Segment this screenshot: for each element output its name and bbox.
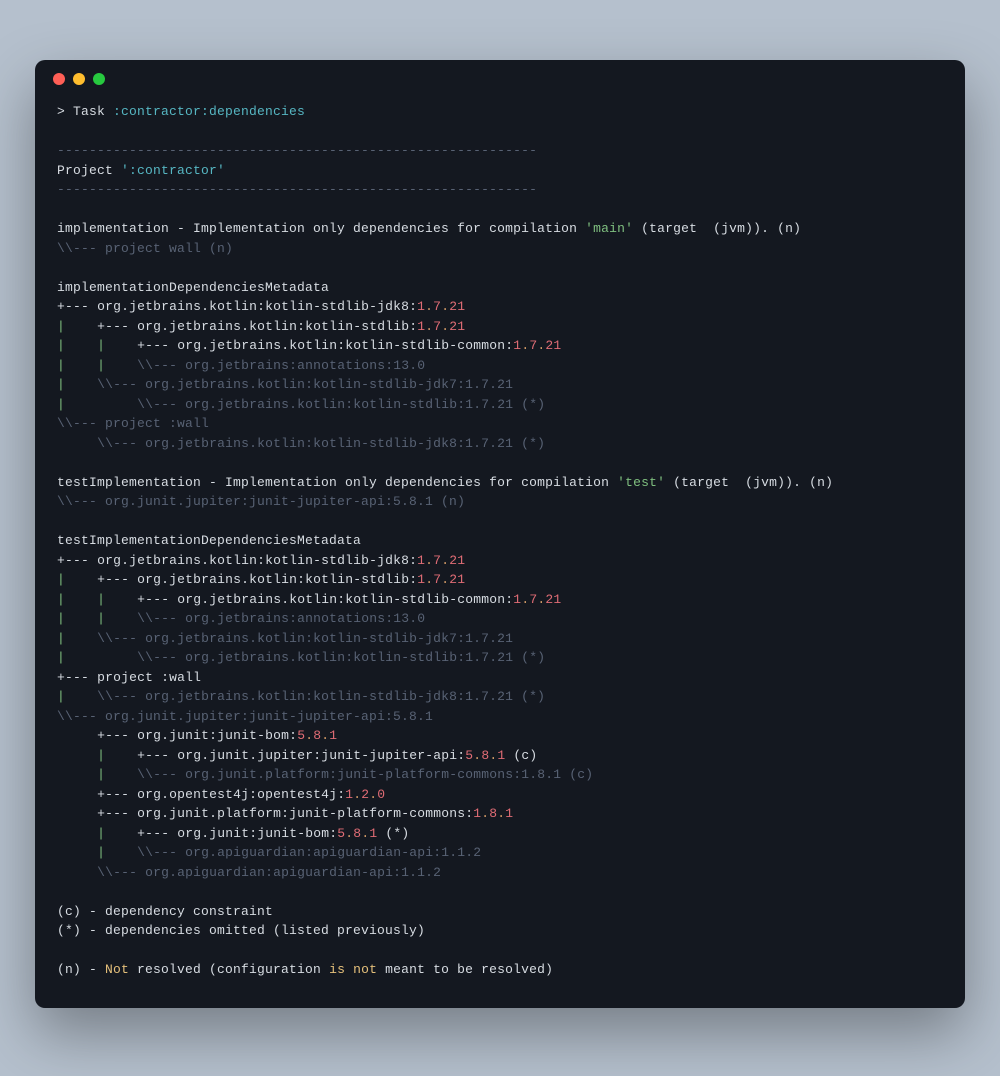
tree-row: | +--- org.junit:junit-bom:5.8.1 (*)	[57, 826, 409, 841]
tree-row: | | \\--- org.jetbrains:annotations:13.0	[57, 358, 425, 373]
tree-row: | | \\--- org.jetbrains:annotations:13.0	[57, 611, 425, 626]
task-prefix: > Task	[57, 104, 113, 119]
tree-row: +--- org.junit.platform:junit-platform-c…	[57, 806, 513, 821]
legend-n-post: meant to be resolved)	[377, 962, 553, 977]
task-path: :contractor:dependencies	[113, 104, 305, 119]
tree-row: | \\--- org.jetbrains.kotlin:kotlin-stdl…	[57, 377, 513, 392]
legend-n-not: Not	[105, 962, 129, 977]
impl-metadata-header: implementationDependenciesMetadata	[57, 280, 329, 295]
tree-row: | \\--- org.jetbrains.kotlin:kotlin-stdl…	[57, 650, 545, 665]
test-impl-n-line: \\--- org.junit.jupiter:junit-jupiter-ap…	[57, 494, 465, 509]
tree-row: | | +--- org.jetbrains.kotlin:kotlin-std…	[57, 592, 561, 607]
test-impl-pre: testImplementation - Implementation only…	[57, 475, 617, 490]
project-name: ':contractor'	[121, 163, 225, 178]
tree-row: +--- org.jetbrains.kotlin:kotlin-stdlib-…	[57, 299, 465, 314]
tree-row: | \\--- org.jetbrains.kotlin:kotlin-stdl…	[57, 689, 545, 704]
minimize-icon[interactable]	[73, 73, 85, 85]
implementation-header: implementation - Implementation only dep…	[57, 221, 801, 236]
titlebar	[35, 60, 965, 98]
maximize-icon[interactable]	[93, 73, 105, 85]
legend-star: (*) - dependencies omitted (listed previ…	[57, 923, 425, 938]
legend-n-isnot: is not	[329, 962, 377, 977]
close-icon[interactable]	[53, 73, 65, 85]
legend-n-pre: (n) -	[57, 962, 105, 977]
tree-row: \\--- project :wall	[57, 416, 209, 431]
divider: ----------------------------------------…	[57, 182, 537, 197]
impl-header-post: (target (jvm)). (n)	[633, 221, 801, 236]
terminal-window: > Task :contractor:dependencies --------…	[35, 60, 965, 1008]
tree-row: | \\--- org.jetbrains.kotlin:kotlin-stdl…	[57, 397, 545, 412]
tree-row: | +--- org.junit.jupiter:junit-jupiter-a…	[57, 748, 537, 763]
tree-row: | +--- org.jetbrains.kotlin:kotlin-stdli…	[57, 572, 465, 587]
tree-row: \\--- org.jetbrains.kotlin:kotlin-stdlib…	[57, 436, 545, 451]
project-label: Project	[57, 163, 121, 178]
test-implementation-header: testImplementation - Implementation only…	[57, 475, 833, 490]
tree-row: | \\--- org.apiguardian:apiguardian-api:…	[57, 845, 481, 860]
project-line: Project ':contractor'	[57, 163, 225, 178]
legend-n: (n) - Not resolved (configuration is not…	[57, 962, 553, 977]
test-impl-compilation: 'test'	[617, 475, 665, 490]
divider: ----------------------------------------…	[57, 143, 537, 158]
tree-row: \\--- org.apiguardian:apiguardian-api:1.…	[57, 865, 441, 880]
tree2-container: +--- org.jetbrains.kotlin:kotlin-stdlib-…	[57, 553, 593, 880]
impl-n-line: \\--- project wall (n)	[57, 241, 233, 256]
tree-row: +--- org.junit:junit-bom:5.8.1	[57, 728, 337, 743]
legend-c: (c) - dependency constraint	[57, 904, 273, 919]
impl-header-compilation: 'main'	[585, 221, 633, 236]
tree-row: | | +--- org.jetbrains.kotlin:kotlin-std…	[57, 338, 561, 353]
legend-n-mid: resolved (configuration	[129, 962, 329, 977]
tree-row: | \\--- org.jetbrains.kotlin:kotlin-stdl…	[57, 631, 513, 646]
tree-row: +--- org.jetbrains.kotlin:kotlin-stdlib-…	[57, 553, 465, 568]
task-line: > Task :contractor:dependencies	[57, 104, 305, 119]
test-metadata-header: testImplementationDependenciesMetadata	[57, 533, 361, 548]
tree1-container: +--- org.jetbrains.kotlin:kotlin-stdlib-…	[57, 299, 561, 451]
terminal-output: > Task :contractor:dependencies --------…	[35, 98, 965, 1008]
tree-row: | +--- org.jetbrains.kotlin:kotlin-stdli…	[57, 319, 465, 334]
impl-header-pre: implementation - Implementation only dep…	[57, 221, 585, 236]
tree-row: | \\--- org.junit.platform:junit-platfor…	[57, 767, 593, 782]
tree-row: +--- org.opentest4j:opentest4j:1.2.0	[57, 787, 385, 802]
tree-row: +--- project :wall	[57, 670, 201, 685]
tree-row: \\--- org.junit.jupiter:junit-jupiter-ap…	[57, 709, 433, 724]
test-impl-post: (target (jvm)). (n)	[665, 475, 833, 490]
